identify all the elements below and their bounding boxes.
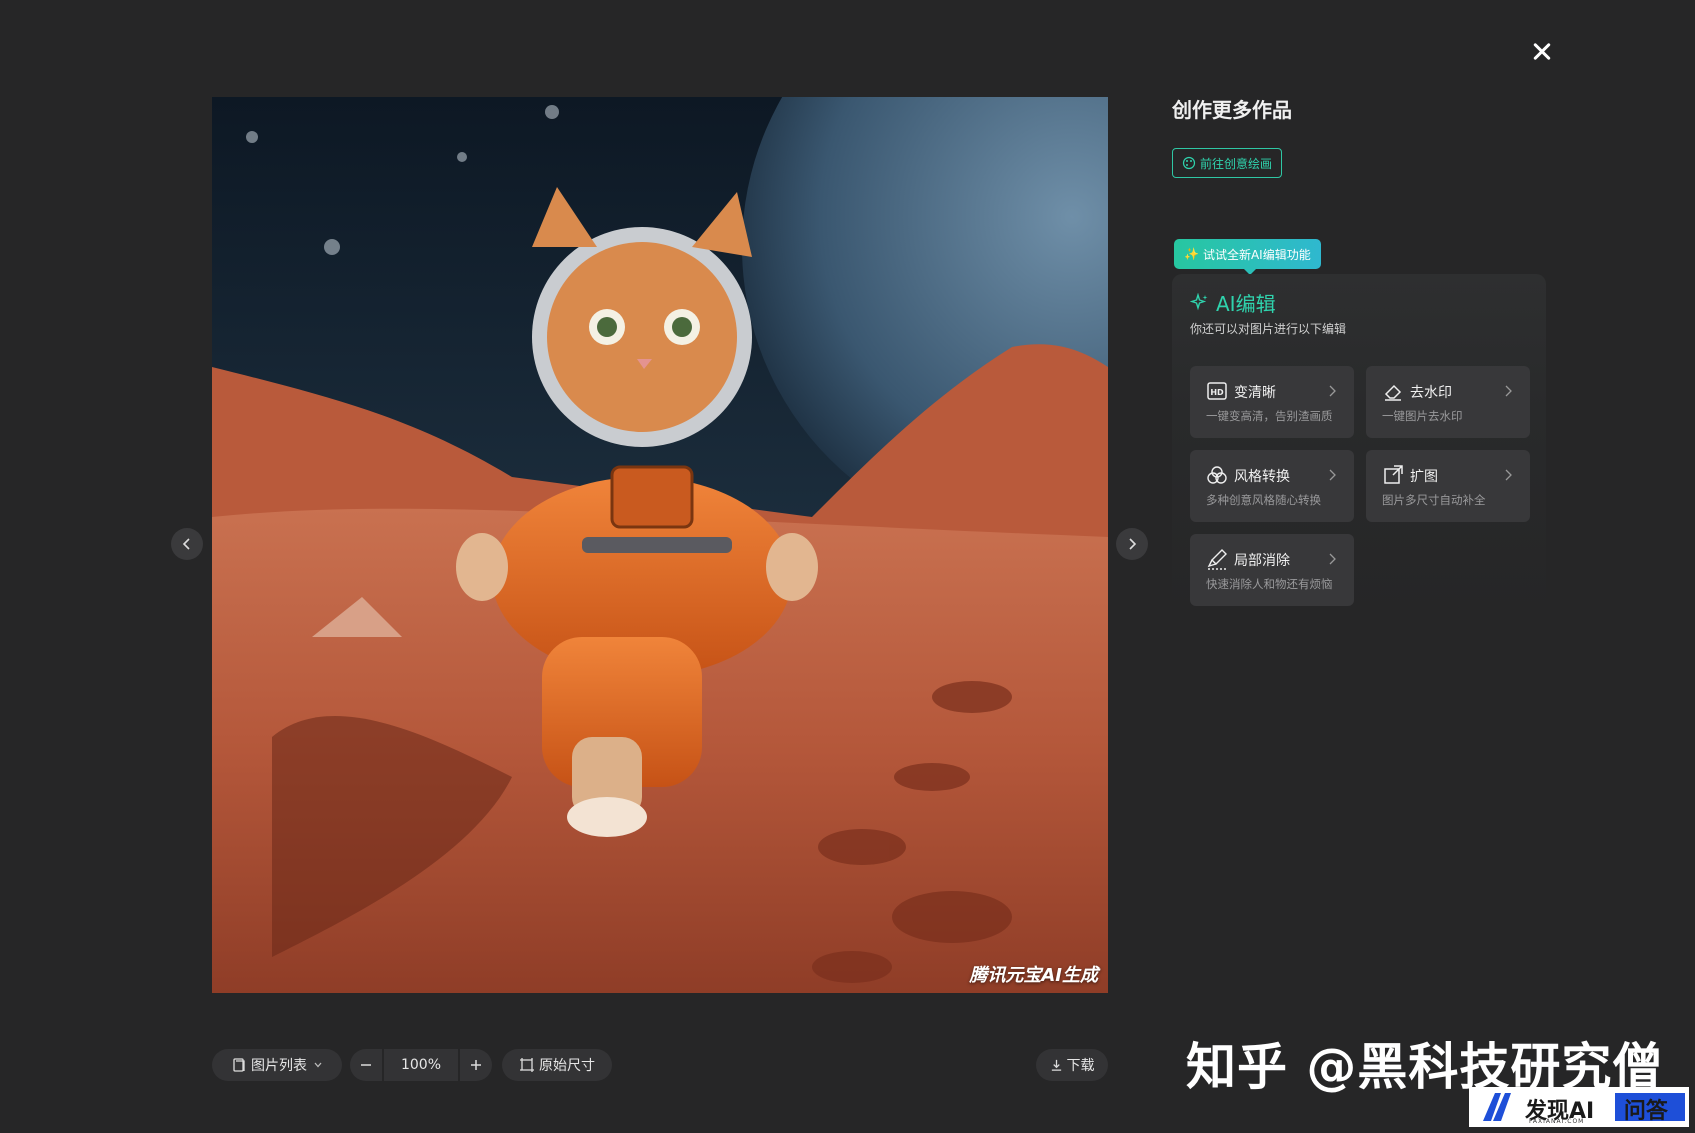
image-list-icon [231, 1057, 247, 1073]
chevron-right-icon [1329, 385, 1336, 397]
download-button[interactable]: 下载 [1036, 1049, 1108, 1081]
tool-description: 一键变高清，告别渣画质 [1206, 409, 1333, 423]
brush-icon [1207, 549, 1227, 570]
image-list-label: 图片列表 [251, 1058, 307, 1074]
badge-label: 试试全新AI编辑功能 [1202, 247, 1311, 262]
brand-badge: 发现AI 问答 FAXIANAI.COM [1469, 1087, 1689, 1127]
tool-description: 多种创意风格随心转换 [1206, 493, 1321, 507]
svg-text:HD: HD [1210, 388, 1224, 397]
tool-expand[interactable]: 扩图 图片多尺寸自动补全 [1366, 450, 1530, 522]
zoom-out-button[interactable] [350, 1049, 382, 1081]
download-icon [1050, 1059, 1063, 1072]
original-size-button[interactable]: 原始尺寸 [502, 1049, 612, 1081]
minus-icon [361, 1064, 371, 1066]
zoom-value: 100% [384, 1049, 458, 1081]
ai-edit-subtitle: 你还可以对图片进行以下编辑 [1190, 322, 1347, 336]
palette-icon [1182, 156, 1196, 170]
tool-label: 风格转换 [1234, 469, 1290, 485]
next-image-button[interactable] [1116, 528, 1148, 560]
panel-title: 创作更多作品 [1172, 98, 1292, 122]
go-creative-button[interactable]: 前往创意绘画 [1172, 148, 1282, 178]
tool-label: 局部消除 [1234, 553, 1290, 569]
ai-edit-title: AI编辑 [1190, 288, 1276, 317]
plus-icon [471, 1060, 481, 1070]
expand-icon [1384, 465, 1403, 484]
tool-description: 快速消除人和物还有烦恼 [1206, 577, 1333, 591]
go-creative-label: 前往创意绘画 [1199, 156, 1272, 171]
magic-sparkle-icon [1190, 292, 1208, 310]
chevron-down-icon [313, 1060, 323, 1070]
crop-icon [519, 1057, 535, 1073]
ai-edit-title-text: AI编辑 [1216, 292, 1276, 316]
zoom-in-button[interactable] [460, 1049, 492, 1081]
download-label: 下载 [1066, 1058, 1095, 1074]
ai-edit-card: AI编辑 你还可以对图片进行以下编辑 HD 变清晰 一键变高清，告别渣画质 去水… [1172, 274, 1546, 614]
tool-description: 图片多尺寸自动补全 [1382, 493, 1486, 507]
original-size-label: 原始尺寸 [539, 1058, 595, 1074]
tool-description: 一键图片去水印 [1382, 409, 1463, 423]
tool-remove-watermark[interactable]: 去水印 一键图片去水印 [1366, 366, 1530, 438]
image-illustration [212, 97, 1108, 993]
chevron-right-icon [1329, 553, 1336, 565]
image-list-button[interactable]: 图片列表 [212, 1049, 342, 1081]
tool-label: 变清晰 [1234, 385, 1276, 401]
tool-partial-erase[interactable]: 局部消除 快速消除人和物还有烦恼 [1190, 534, 1354, 606]
tool-style-transfer[interactable]: 风格转换 多种创意风格随心转换 [1190, 450, 1354, 522]
close-icon[interactable] [1527, 36, 1557, 66]
tool-sharpen[interactable]: HD 变清晰 一键变高清，告别渣画质 [1190, 366, 1354, 438]
sparkle-icon: ✨ [1184, 247, 1199, 261]
prev-image-button[interactable] [171, 528, 203, 560]
eraser-icon [1384, 384, 1402, 401]
style-icon [1207, 466, 1227, 484]
new-feature-badge: ✨ 试试全新AI编辑功能 [1174, 239, 1321, 275]
chevron-right-icon [1329, 469, 1336, 481]
chevron-left-icon [182, 538, 190, 550]
brand-badge-subtext: FAXIANAI.COM [1529, 1118, 1585, 1125]
zoom-control: 100% [350, 1049, 496, 1081]
chevron-right-icon [1129, 538, 1137, 550]
image-watermark: 腾讯元宝AI生成 [969, 965, 1098, 986]
hd-icon: HD [1207, 382, 1227, 400]
tool-label: 扩图 [1410, 469, 1438, 485]
chevron-right-icon [1505, 385, 1512, 397]
chevron-right-icon [1505, 469, 1512, 481]
generated-image: 腾讯元宝AI生成 [212, 97, 1108, 993]
tool-label: 去水印 [1410, 385, 1452, 401]
